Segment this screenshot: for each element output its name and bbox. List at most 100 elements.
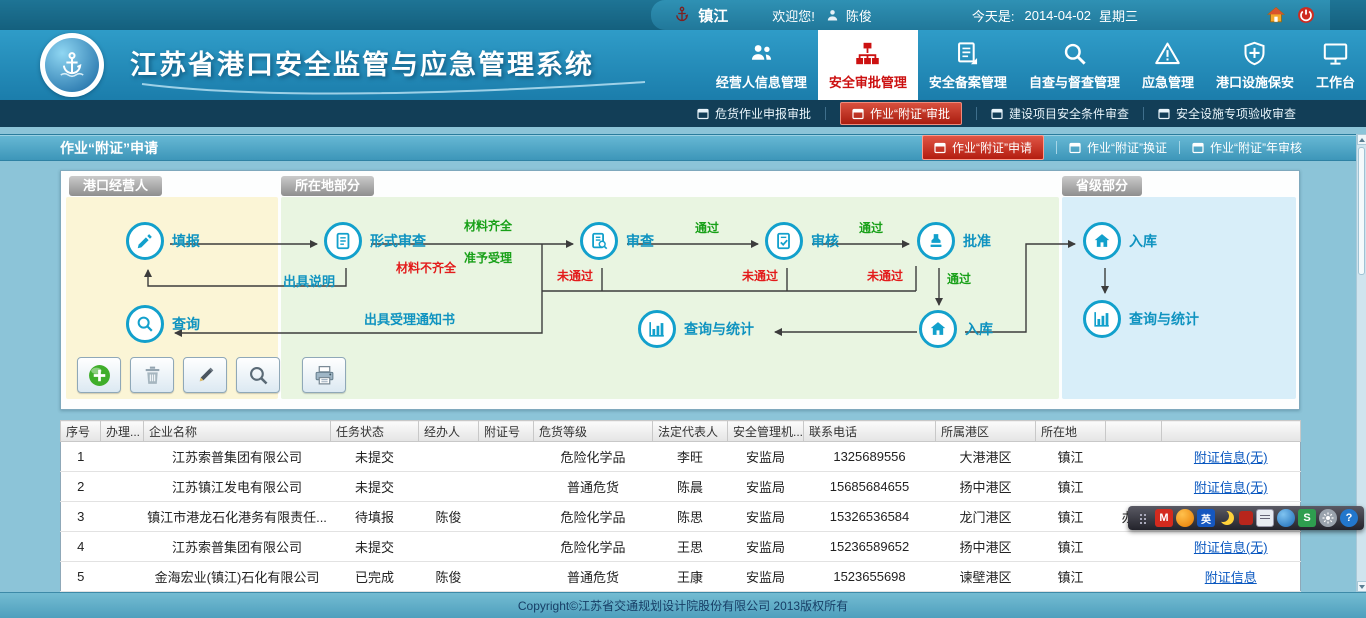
night-mode-moon-icon[interactable] [1218,509,1236,527]
nav-item-workbench[interactable]: 工作台 [1305,30,1366,100]
settings-gear-icon[interactable] [1319,509,1337,527]
cert-info-link[interactable]: 附证信息(无) [1194,480,1268,495]
nav-item-port-security[interactable]: 港口设施保安 [1205,30,1305,100]
cell-port_area: 谏壁港区 [936,562,1036,592]
bar-chart-icon [638,310,676,348]
tab-attached-cert-annual-review[interactable]: 作业“附证”年审核 [1192,139,1302,156]
column-header[interactable] [1106,421,1162,442]
up-arrow-icon [1359,138,1365,142]
nav-item-self-inspection[interactable]: 自查与督查管理 [1018,30,1131,100]
delete-button[interactable] [130,357,174,393]
network-globe-icon[interactable] [1277,509,1295,527]
date-value: 2014-04-02 [1024,8,1091,23]
drag-grip-icon[interactable] [1134,509,1152,527]
ime-english-mode-icon[interactable]: 英 [1197,509,1215,527]
scrollbar-thumb[interactable] [1358,147,1365,275]
footer: Copyright©江苏省交通规划设计院股份有限公司 2013版权所有 [0,592,1366,618]
table-row[interactable]: 4江苏索普集团有限公司未提交危险化学品王思安监局15236589652扬中港区镇… [61,532,1301,562]
copyright-text: Copyright©江苏省交通规划设计院股份有限公司 2013版权所有 [518,597,848,614]
column-header[interactable]: 序号 [61,421,101,442]
flow-node-fill-report: 填报 [126,222,200,260]
table-row[interactable]: 1江苏索普集团有限公司未提交危险化学品李旺安监局1325689556大港港区镇江… [61,442,1301,472]
column-header[interactable]: 联系电话 [804,421,936,442]
cell-phone: 15236589652 [804,532,936,562]
tab-attached-cert-renew[interactable]: 作业“附证”换证 [1069,139,1167,156]
column-header[interactable]: 企业名称 [144,421,331,442]
cell-operator: 陈俊 [419,562,479,592]
cert-info-link[interactable]: 附证信息 [1205,570,1257,585]
logout-power-button[interactable] [1296,5,1316,25]
cell-company: 镇江市港龙石化港务有限责任... [144,502,331,532]
subnav-label: 建设项目安全条件审查 [1009,105,1129,122]
cell-cert_link: 附证信息(无) [1162,472,1301,502]
edge-label-fail-2: 未通过 [742,267,778,284]
ime-orange-dot-icon[interactable] [1176,509,1194,527]
nav-item-safety-filing[interactable]: 安全备案管理 [918,30,1018,100]
business-table: 序号办理...企业名称任务状态经办人附证号危货等级法定代表人安全管理机...联系… [60,420,1301,592]
add-button[interactable] [77,357,121,393]
edit-button[interactable] [183,357,227,393]
table-row[interactable]: 3镇江市港龙石化港务有限责任...待填报陈俊危险化学品陈思安监局15326536… [61,502,1301,532]
document-check-icon [765,222,803,260]
ime-m-icon[interactable]: M [1155,509,1173,527]
table-row[interactable]: 5金海宏业(镇江)石化有限公司已完成陈俊普通危货王康安监局1523655698谏… [61,562,1301,592]
city-label: 镇江 [698,5,728,26]
subnav-item-safety-facility-acceptance[interactable]: 安全设施专项验收审查 [1144,100,1310,127]
column-header[interactable]: 法定代表人 [653,421,728,442]
column-header[interactable]: 安全管理机... [728,421,804,442]
nav-label: 应急管理 [1142,72,1194,91]
cell-location: 镇江 [1036,472,1106,502]
cell-cert_no [479,562,534,592]
window-icon [852,108,864,120]
column-header[interactable]: 附证号 [479,421,534,442]
search-button[interactable] [236,357,280,393]
column-header[interactable]: 所在地 [1036,421,1106,442]
keyboard-icon[interactable] [1256,509,1274,527]
table-row[interactable]: 2江苏镇江发电有限公司未提交普通危货陈晨安监局15685684655扬中港区镇江… [61,472,1301,502]
cell-handle [101,562,144,592]
pencil-edit-icon [194,364,217,387]
app-title: 江苏省港口安全监管与应急管理系统 [130,43,594,82]
nav-item-operator-info[interactable]: 经营人信息管理 [705,30,818,100]
home-button[interactable] [1266,5,1286,25]
page-icon [1192,142,1204,154]
cell-danger_level: 普通危货 [534,472,653,502]
cell-cert_no [479,472,534,502]
flow-node-audit: 审核 [765,222,839,260]
cell-cert_no [479,442,534,472]
cell-handle [101,502,144,532]
nav-item-safety-approval[interactable]: 安全审批管理 [818,30,918,100]
column-header[interactable]: 经办人 [419,421,479,442]
nav-item-emergency[interactable]: 应急管理 [1131,30,1205,100]
help-icon[interactable]: ? [1340,509,1358,527]
tab-attached-cert-apply[interactable]: 作业“附证”申请 [922,135,1044,160]
flow-node-query-stats-province: 查询与统计 [1083,300,1199,338]
subnav-label: 安全设施专项验收审查 [1176,105,1296,122]
scroll-up-button[interactable] [1357,134,1366,145]
flow-node-warehouse-local: 入库 [919,310,993,348]
welcome-text: 欢迎您! [772,6,815,25]
ime-skin-icon[interactable]: S [1298,509,1316,527]
cert-info-link[interactable]: 附证信息(无) [1194,540,1268,555]
subnav-item-dangerous-cargo-approval[interactable]: 危货作业申报审批 [683,100,825,127]
cell-location: 镇江 [1036,562,1106,592]
column-header[interactable]: 所属港区 [936,421,1036,442]
ime-red-tool-icon[interactable] [1239,511,1253,525]
page-tabs: 作业“附证”申请 作业“附证”换证 作业“附证”年审核 [922,135,1302,160]
cell-seq: 2 [61,472,101,502]
print-button[interactable] [302,357,346,393]
page-icon [1069,142,1081,154]
column-header[interactable]: 任务状态 [331,421,419,442]
cell-legal_rep: 王康 [653,562,728,592]
org-chart-icon [854,40,881,67]
column-header[interactable]: 危货等级 [534,421,653,442]
column-header[interactable] [1162,421,1301,442]
cell-seq: 5 [61,562,101,592]
subnav-item-construction-safety-review[interactable]: 建设项目安全条件审查 [977,100,1143,127]
cert-info-link[interactable]: 附证信息(无) [1194,450,1268,465]
app-logo [40,33,104,97]
subnav-item-attached-cert-approval[interactable]: 作业“附证”审批 [840,102,962,125]
scroll-down-button[interactable] [1357,581,1366,592]
flowchart-panel: 港口经营人 所在地部分 省级部分 [60,170,1300,410]
column-header[interactable]: 办理... [101,421,144,442]
